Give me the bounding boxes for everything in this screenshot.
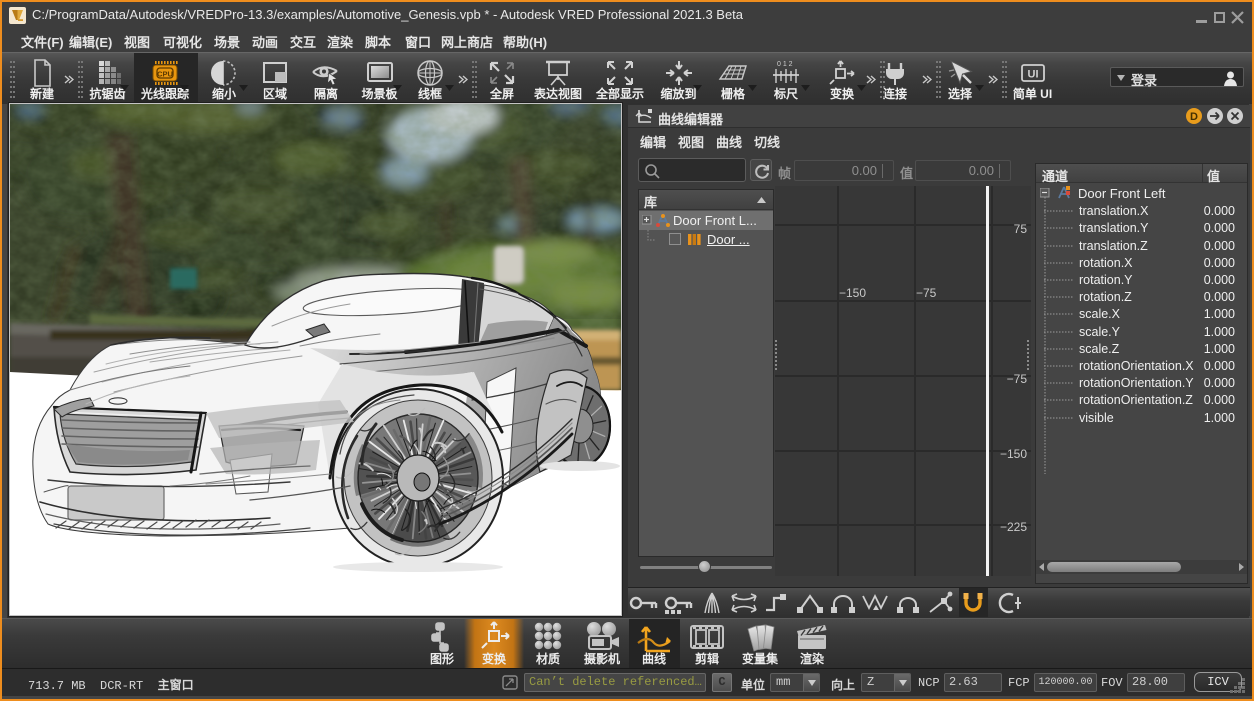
svg-text:D: D — [1190, 111, 1198, 123]
svg-text:CPU: CPU — [157, 70, 173, 79]
svg-text:UI: UI — [1027, 69, 1038, 81]
svg-text:0 1 2: 0 1 2 — [777, 61, 793, 68]
